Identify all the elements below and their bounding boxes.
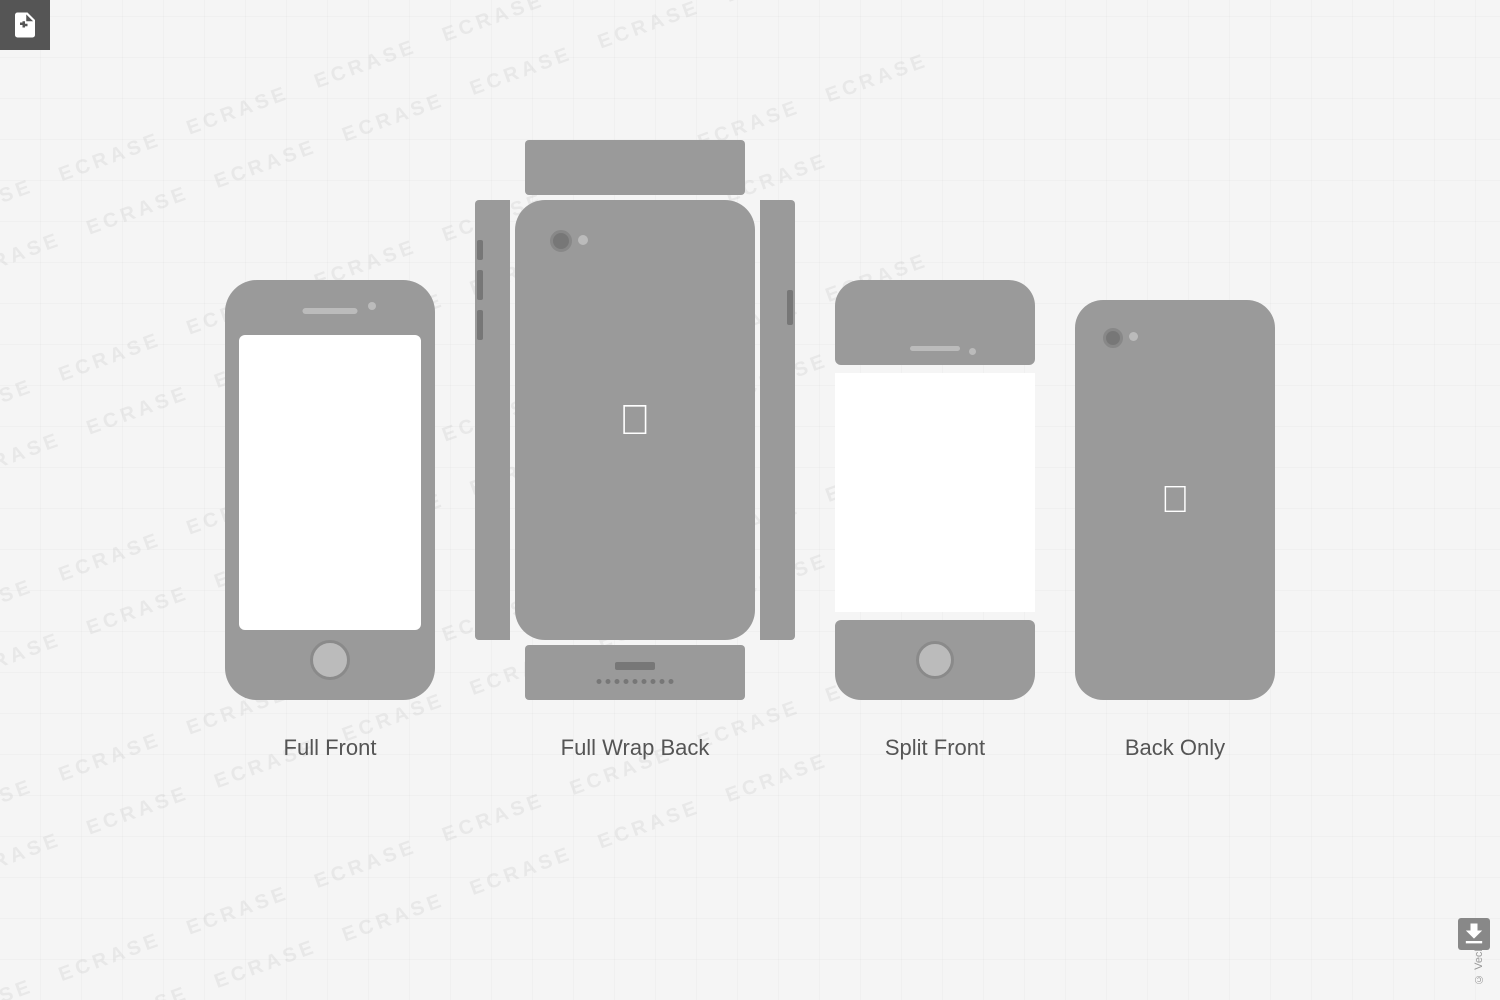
phone-speaker (303, 308, 358, 314)
split-home-button (916, 641, 954, 679)
back-only-camera (1103, 328, 1123, 348)
phone-full-wrap-silhouette:  (475, 140, 795, 700)
download-button[interactable] (1458, 918, 1490, 950)
phone-volume-up-button (477, 270, 483, 300)
phone-label-split-front: Split Front (885, 735, 985, 761)
split-top-piece (835, 280, 1035, 365)
phone-back-camera (550, 230, 572, 252)
phone-connector (615, 662, 655, 670)
phone-home-button (310, 640, 350, 680)
phone-power-button (787, 290, 793, 325)
apple-logo:  (619, 399, 651, 441)
phone-mute-button (477, 240, 483, 260)
main-content: Full Front  (0, 0, 1500, 1000)
phone-screen (239, 335, 421, 630)
phone-item-split-front: Split Front (835, 280, 1035, 761)
download-icon (1460, 920, 1488, 948)
phone-back-only-silhouette:  (1075, 300, 1275, 700)
split-middle-piece (835, 373, 1035, 612)
phone-full-front-silhouette (225, 280, 435, 700)
file-upload-icon-button[interactable] (0, 0, 50, 50)
split-speaker (910, 346, 960, 351)
phone-front-camera (368, 302, 376, 310)
phone-side-top (525, 140, 745, 195)
phone-label-back-only: Back Only (1125, 735, 1225, 761)
phones-container: Full Front  (225, 140, 1275, 861)
phone-side-bottom (525, 645, 745, 700)
phone-label-full-front: Full Front (284, 735, 377, 761)
back-only-flash (1129, 332, 1138, 341)
phone-split-front-silhouette (835, 280, 1035, 700)
phone-item-full-front: Full Front (225, 280, 435, 761)
phone-speaker-dots (597, 679, 674, 684)
phone-side-left (475, 200, 510, 640)
phone-back-body:  (515, 200, 755, 640)
phone-label-full-wrap: Full Wrap Back (561, 735, 710, 761)
split-bottom-piece (835, 620, 1035, 700)
phone-item-back-only:  Back Only (1075, 300, 1275, 761)
phone-back-flash (578, 235, 588, 245)
split-camera (969, 348, 976, 355)
back-only-apple-logo:  (1161, 481, 1190, 519)
file-upload-icon (10, 10, 40, 40)
phone-item-full-wrap:  Full Wrap Back (475, 140, 795, 761)
phone-volume-down-button (477, 310, 483, 340)
phone-side-right (760, 200, 795, 640)
